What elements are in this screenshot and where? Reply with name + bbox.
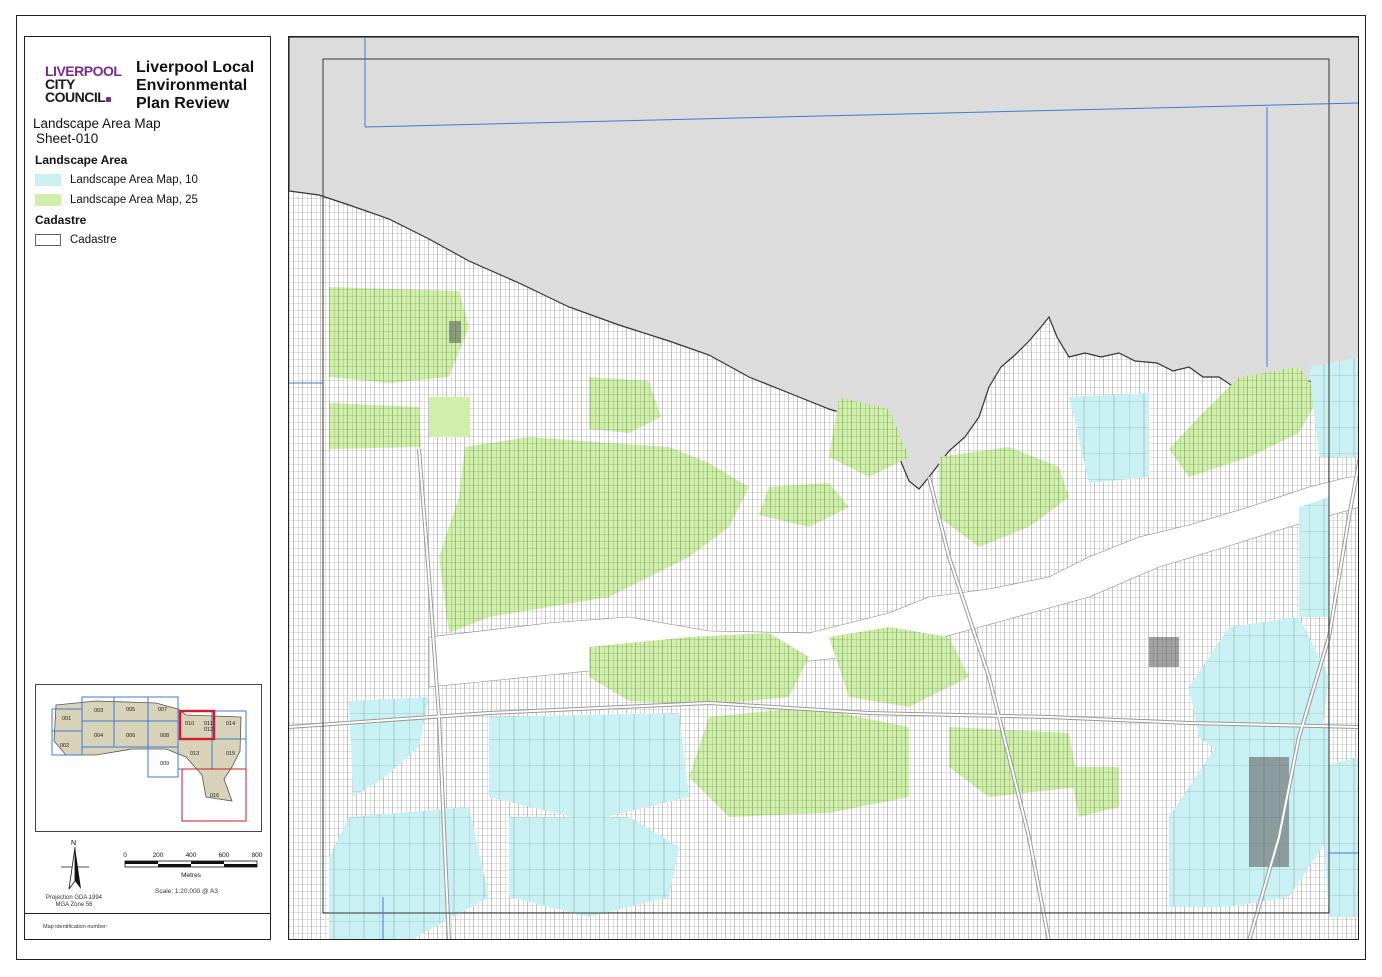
overview-sheet-003: 003 [94,708,103,714]
scale-tick-800: 800 [252,852,263,859]
overview-sheet-007: 007 [158,707,167,713]
overview-sheet-014: 014 [226,721,235,727]
overview-sheet-005: 005 [126,707,135,713]
legend-label-landscape-10: Landscape Area Map, 10 [70,174,198,186]
scale-tick-0: 0 [123,852,127,859]
projection-line-2: MGA Zone 56 [55,902,93,908]
overview-sheet-002: 002 [60,743,69,749]
overview-sheet-006: 006 [126,733,135,739]
map-subtitle: Landscape Area Map [33,116,161,131]
legend-heading-cadastre: Cadastre [35,213,87,227]
scale-text: Scale: 1:20,000 @ A3 [155,888,218,895]
overview-sheet-010: 010 [185,721,194,727]
legend-label-cadastre: Cadastre [70,234,117,246]
projection-note: Projection GDA 1994 MGA Zone 56 [41,895,107,909]
sheet-number: Sheet-010 [36,131,99,146]
map-canvas[interactable] [288,36,1359,940]
overview-sheet-004: 004 [94,733,103,739]
identification-label: Map identification number: [43,924,108,930]
legend-item-landscape-25: Landscape Area Map, 25 [35,193,198,207]
scale-tick-600: 600 [219,852,230,859]
projection-line-1: Projection GDA 1994 [45,895,103,901]
overview-sheet-012: 012 [204,727,213,733]
overview-sheet-016: 016 [210,793,219,799]
scale-tick-200: 200 [153,852,164,859]
logo-dot-icon [106,97,112,102]
legend-item-cadastre: Cadastre [35,233,117,247]
swatch-cadastre [35,234,61,246]
legend-panel: LIVERPOOL CITY COUNCIL Liverpool Local E… [24,36,271,940]
scale-units: Metres [181,872,202,879]
logo-line-3-text: COUNCIL [45,89,106,105]
overview-sheet-013: 013 [190,751,199,757]
swatch-landscape-10 [35,174,61,186]
identification-box: Map identification number: [25,913,270,940]
overview-sheet-008: 008 [160,733,169,739]
legend-heading-landscape: Landscape Area [35,153,128,167]
legend-label-landscape-25: Landscape Area Map, 25 [70,194,198,206]
logo-line-3: COUNCIL [45,89,121,105]
legend-item-landscape-10: Landscape Area Map, 10 [35,173,198,187]
overview-sheet-009: 009 [160,761,169,767]
overview-map: 001 002 003 004 005 006 007 008 009 010 … [35,684,262,832]
overview-sheet-015: 015 [226,751,235,757]
north-label: N [71,840,76,847]
overview-sheet-001: 001 [62,716,71,722]
swatch-landscape-25 [35,194,61,206]
map-title: Liverpool Local Environmental Plan Revie… [136,59,255,112]
scale-tick-400: 400 [186,852,197,859]
north-arrow-icon: N [55,837,95,897]
council-logo: LIVERPOOL CITY COUNCIL [45,64,122,105]
